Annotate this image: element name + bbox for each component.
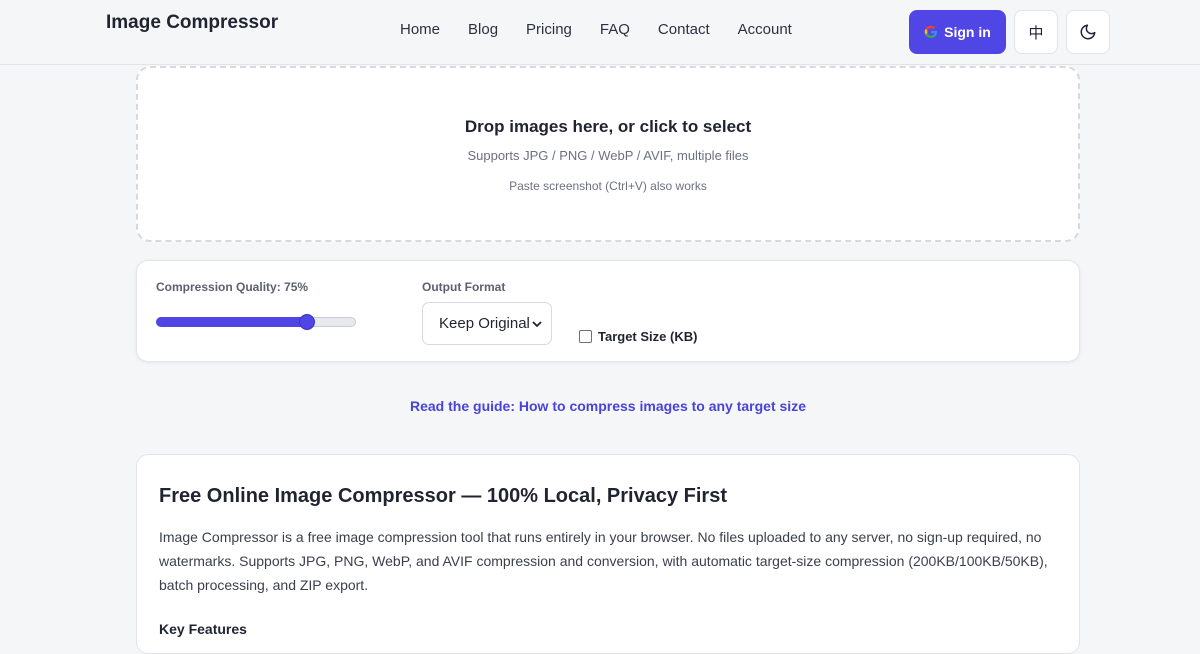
theme-toggle-button[interactable] <box>1066 10 1110 54</box>
moon-icon <box>1080 24 1096 40</box>
drop-zone-hint: Paste screenshot (Ctrl+V) also works <box>509 179 707 193</box>
nav-blog[interactable]: Blog <box>468 21 498 39</box>
output-format-select[interactable]: Keep Original <box>422 302 552 345</box>
compression-settings-panel: Compression Quality: 75% Output Format K… <box>136 260 1080 362</box>
key-features-heading: Key Features <box>159 621 247 637</box>
nav-faq[interactable]: FAQ <box>600 21 630 39</box>
drop-zone-title: Drop images here, or click to select <box>464 117 752 136</box>
seo-content-card: Free Online Image Compressor — 100% Loca… <box>136 454 1080 654</box>
language-label: 中 <box>1028 23 1044 42</box>
quality-slider[interactable] <box>156 314 356 330</box>
chevron-down-icon <box>532 321 542 327</box>
content-heading: Free Online Image Compressor — 100% Loca… <box>159 485 727 507</box>
content-body: Image Compressor is a free image compres… <box>159 529 1048 593</box>
guide-link[interactable]: Read the guide: How to compress images t… <box>0 398 1200 414</box>
target-size-checkbox[interactable] <box>579 330 592 343</box>
site-logo[interactable]: Image Compressor <box>106 12 278 34</box>
output-format-label: Output Format <box>422 280 506 294</box>
drop-zone-subtitle: Supports JPG / PNG / WebP / AVIF, multip… <box>467 148 749 163</box>
nav-contact[interactable]: Contact <box>658 21 710 39</box>
sign-in-button[interactable]: Sign in <box>909 10 1006 54</box>
google-icon <box>924 25 938 38</box>
image-drop-zone[interactable]: Drop images here, or click to select Sup… <box>136 66 1080 242</box>
output-format-value: Keep Original <box>439 315 530 332</box>
nav-pricing[interactable]: Pricing <box>526 21 572 39</box>
main-nav: Home Blog Pricing FAQ Contact Account <box>400 21 820 39</box>
quality-slider-thumb[interactable] <box>299 314 315 330</box>
nav-account[interactable]: Account <box>738 21 792 39</box>
site-header: Image Compressor Home Blog Pricing FAQ C… <box>0 0 1200 65</box>
quality-label: Compression Quality: 75% <box>156 280 309 294</box>
sign-in-label: Sign in <box>944 24 991 40</box>
target-size-label[interactable]: Target Size (KB) <box>598 329 697 344</box>
nav-home[interactable]: Home <box>400 21 440 39</box>
quality-slider-fill <box>156 317 306 327</box>
language-toggle-button[interactable]: 中 <box>1014 10 1058 54</box>
